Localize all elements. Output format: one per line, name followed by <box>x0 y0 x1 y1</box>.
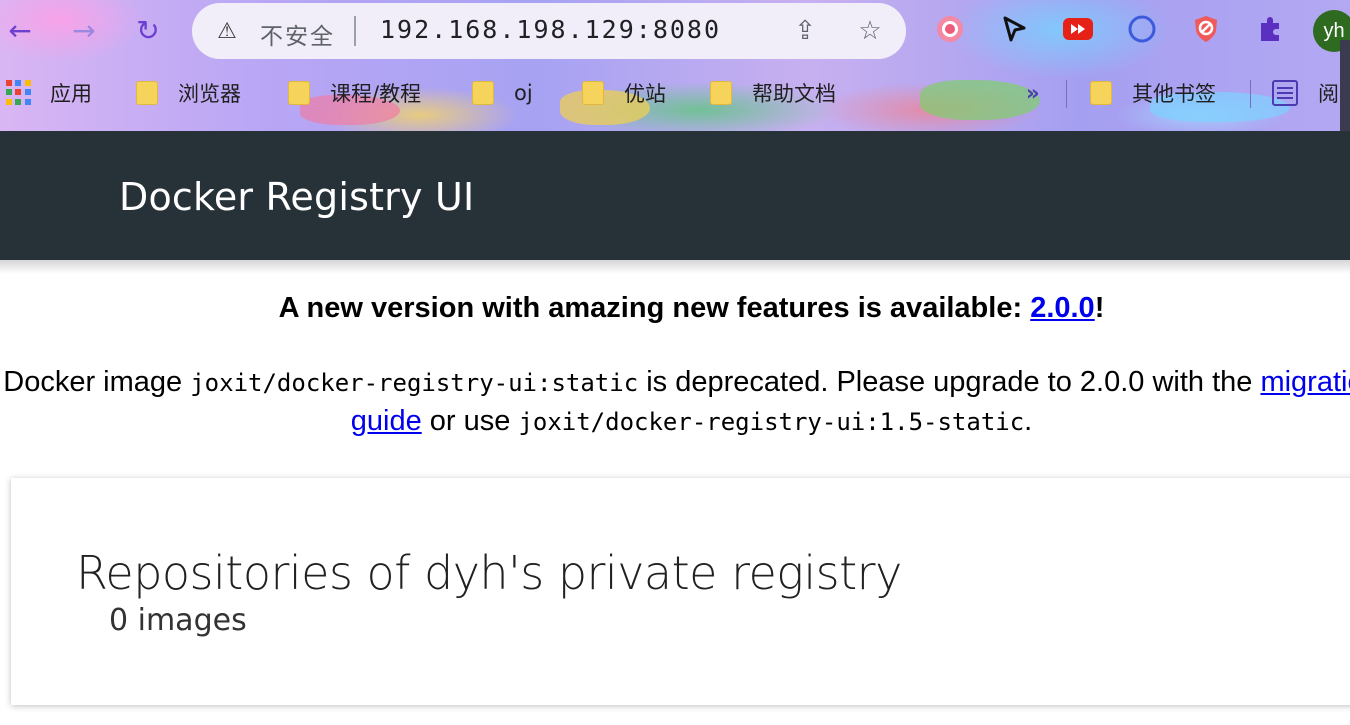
url-text[interactable]: 192.168.198.129:8080 <box>380 15 721 44</box>
update-notice-suffix: ! <box>1094 292 1105 324</box>
header-shadow <box>0 260 1350 274</box>
extensions-puzzle-icon[interactable] <box>1254 13 1286 45</box>
bookmark-label: 其他书签 <box>1132 82 1216 106</box>
deprecation-text: Docker image <box>3 366 191 398</box>
deprecation-text: or use <box>421 405 519 437</box>
version-link[interactable]: 2.0.0 <box>1030 292 1095 324</box>
bookmark-reading-list[interactable]: 阅 <box>1272 76 1339 110</box>
bookmark-label: 应用 <box>50 82 92 106</box>
update-notice-text: A new version with amazing new features … <box>278 292 1031 324</box>
repositories-card: Repositories of dyh's private registry 0… <box>11 478 1350 705</box>
bookmark-label: 浏览器 <box>178 82 241 106</box>
bookmark-label: 帮助文档 <box>752 82 836 106</box>
bookmark-folder[interactable]: 优站 <box>582 76 666 110</box>
bookmark-folder[interactable]: 帮助文档 <box>710 76 836 110</box>
repositories-title: Repositories of dyh's private registry <box>76 546 902 600</box>
share-icon[interactable]: ⇪ <box>789 15 821 47</box>
bookmark-other[interactable]: 其他书签 <box>1090 76 1216 110</box>
apps-grid-icon <box>6 80 32 106</box>
reading-list-icon <box>1272 80 1298 106</box>
bookmark-label: 阅 <box>1318 82 1339 106</box>
folder-icon <box>710 81 732 105</box>
bookmarks-divider <box>1250 80 1251 108</box>
folder-icon <box>288 81 310 105</box>
bookmark-folder[interactable]: oj <box>472 76 533 110</box>
bookmarks-bar: 应用 浏览器 课程/教程 oj 优站 帮助文档 » 其他书签 阅 <box>0 70 1350 116</box>
folder-icon <box>136 81 158 105</box>
side-panel-handle[interactable] <box>1340 40 1350 144</box>
bookmark-folder[interactable]: 浏览器 <box>136 76 241 110</box>
browser-chrome: ← → ↻ ⚠ 不安全 192.168.198.129:8080 ⇪ ☆ yh … <box>0 0 1350 131</box>
warning-icon[interactable]: ⚠ <box>214 18 240 44</box>
deprecation-notice: Docker image joxit/docker-registry-ui:st… <box>0 363 1350 441</box>
app-header: Docker Registry UI <box>0 131 1350 260</box>
folder-icon <box>582 81 604 105</box>
address-bar[interactable]: ⚠ 不安全 192.168.198.129:8080 ⇪ ☆ <box>192 3 906 59</box>
bookmark-apps[interactable]: 应用 <box>6 76 92 110</box>
app-title: Docker Registry UI <box>119 175 475 219</box>
alternative-image-name: joxit/docker-registry-ui:1.5-static <box>518 408 1025 436</box>
youtube-extension-icon[interactable] <box>1062 13 1094 45</box>
update-notice: A new version with amazing new features … <box>0 292 1350 325</box>
bookmark-label: 优站 <box>624 82 666 106</box>
bookmark-label: 课程/教程 <box>330 82 422 106</box>
deprecation-text: is deprecated. Please upgrade to 2.0.0 w… <box>638 366 1261 398</box>
folder-icon <box>1090 81 1112 105</box>
bookmark-label: oj <box>514 81 533 105</box>
record-extension-icon[interactable] <box>934 13 966 45</box>
browser-toolbar: ← → ↻ ⚠ 不安全 192.168.198.129:8080 ⇪ ☆ yh <box>0 0 1350 62</box>
adblock-shield-icon[interactable] <box>1190 13 1222 45</box>
image-count: 0 images <box>109 603 247 638</box>
forward-icon[interactable]: → <box>66 12 102 48</box>
star-icon[interactable]: ☆ <box>854 15 886 47</box>
cursor-extension-icon[interactable] <box>998 13 1030 45</box>
deprecation-text: . <box>1024 405 1033 437</box>
more-bookmarks-chevron-icon[interactable]: » <box>1026 76 1040 110</box>
deprecated-image-name: joxit/docker-registry-ui:static <box>190 369 639 397</box>
circle-extension-icon[interactable] <box>1126 13 1158 45</box>
folder-icon <box>472 81 494 105</box>
bookmark-folder[interactable]: 课程/教程 <box>288 76 421 110</box>
address-divider <box>354 16 356 46</box>
back-icon[interactable]: ← <box>2 12 38 48</box>
insecure-label[interactable]: 不安全 <box>260 17 335 51</box>
reload-icon[interactable]: ↻ <box>130 12 166 48</box>
bookmarks-divider <box>1066 80 1067 108</box>
